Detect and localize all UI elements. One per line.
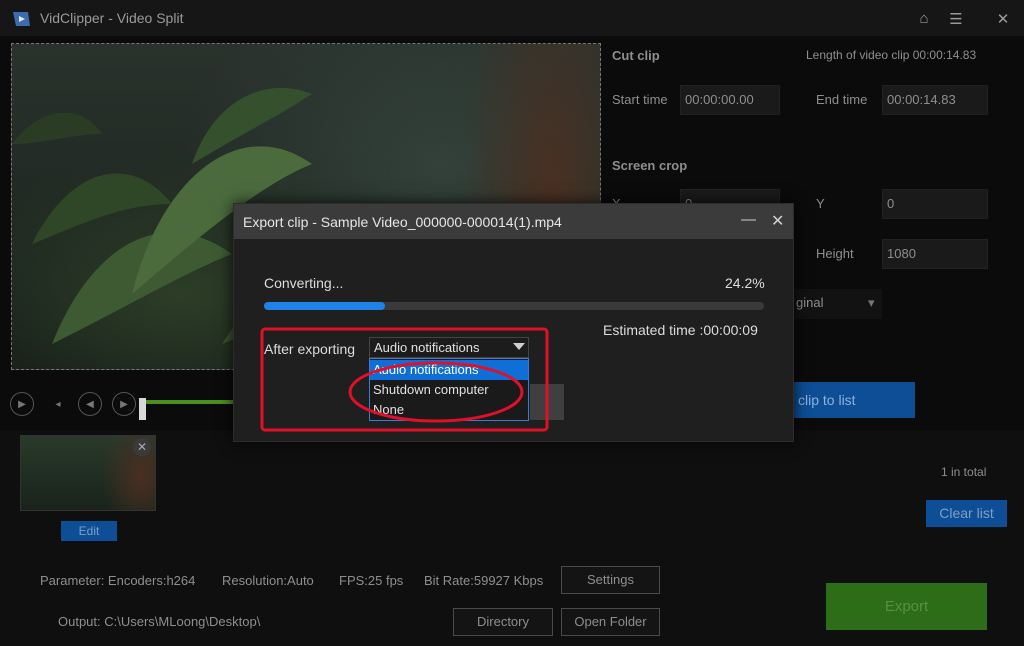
directory-button[interactable]: Directory [453, 608, 553, 636]
minimize-icon[interactable]: — [741, 211, 756, 228]
screen-crop-heading: Screen crop [612, 158, 688, 173]
clip-count: 1 in total [941, 465, 987, 479]
remove-clip-icon[interactable]: ✕ [133, 438, 151, 456]
crop-y-field[interactable]: 0 [882, 189, 988, 219]
play-icon[interactable]: ▶ [10, 392, 34, 416]
chevron-down-icon: ▾ [868, 295, 875, 310]
start-time-field[interactable]: 00:00:00.00 [680, 85, 780, 115]
title-bar: VidClipper - Video Split ⌂ ☰ ✕ [0, 0, 1024, 36]
close-icon[interactable]: ✕ [994, 10, 1012, 28]
end-time-label: End time [816, 92, 868, 107]
progress-percent: 24.2% [725, 275, 765, 291]
aspect-ratio-select[interactable]: ginal ▾ [792, 289, 882, 319]
aspect-ratio-value: ginal [796, 295, 824, 310]
app-logo-icon [13, 12, 30, 26]
menu-icon[interactable]: ☰ [947, 10, 965, 28]
after-exporting-select[interactable]: Audio notifications [369, 337, 529, 358]
home-icon[interactable]: ⌂ [915, 10, 933, 27]
crop-y-label: Y [816, 196, 825, 211]
forward-icon[interactable]: ▶ [112, 392, 136, 416]
app-title: VidClipper - Video Split [40, 10, 184, 26]
progress-fill [264, 302, 385, 310]
cancel-button[interactable]: l [530, 384, 564, 420]
resolution-parameter: Resolution:Auto [222, 573, 314, 588]
clip-length-text: Length of video clip 00:00:14.83 [806, 48, 977, 62]
clear-list-button[interactable]: Clear list [926, 500, 1007, 527]
dropdown-arrow-icon[interactable] [513, 343, 525, 350]
end-time-field[interactable]: 00:00:14.83 [882, 85, 988, 115]
dialog-close-icon[interactable]: ✕ [771, 211, 784, 231]
open-folder-button[interactable]: Open Folder [561, 608, 660, 636]
dialog-title: Export clip - Sample Video_000000-000014… [243, 214, 562, 230]
encoder-parameter: Parameter: Encoders:h264 [40, 573, 196, 588]
settings-button[interactable]: Settings [561, 566, 660, 594]
option-shutdown-computer[interactable]: Shutdown computer [370, 380, 528, 400]
estimated-time: Estimated time :00:00:09 [603, 322, 758, 338]
after-exporting-options: Audio notifications Shutdown computer No… [369, 358, 529, 421]
converting-label: Converting... [264, 275, 344, 291]
timeline-track[interactable] [140, 400, 235, 404]
cut-clip-heading: Cut clip [612, 48, 660, 63]
option-none[interactable]: None [370, 400, 528, 420]
output-path: Output: C:\Users\MLoong\Desktop\ [58, 614, 261, 629]
timeline-handle[interactable] [139, 398, 146, 420]
option-audio-notifications[interactable]: Audio notifications [370, 360, 528, 380]
after-exporting-label: After exporting [264, 341, 356, 357]
fps-parameter: FPS:25 fps [339, 573, 404, 588]
add-clip-to-list-button[interactable]: clip to list [785, 382, 915, 418]
edit-clip-button[interactable]: Edit [61, 521, 117, 541]
progress-bar [264, 302, 764, 310]
bitrate-parameter: Bit Rate:59927 Kbps [424, 573, 544, 588]
crop-height-label: Height [816, 246, 854, 261]
crop-height-field[interactable]: 1080 [882, 239, 988, 269]
rewind-icon[interactable]: ◀ [78, 392, 102, 416]
dialog-title-bar: Export clip - Sample Video_000000-000014… [234, 204, 793, 239]
prev-icon[interactable]: ◂ [46, 392, 70, 416]
start-time-label: Start time [612, 92, 668, 107]
export-button[interactable]: Export [826, 583, 987, 630]
select-value: Audio notifications [374, 340, 480, 355]
